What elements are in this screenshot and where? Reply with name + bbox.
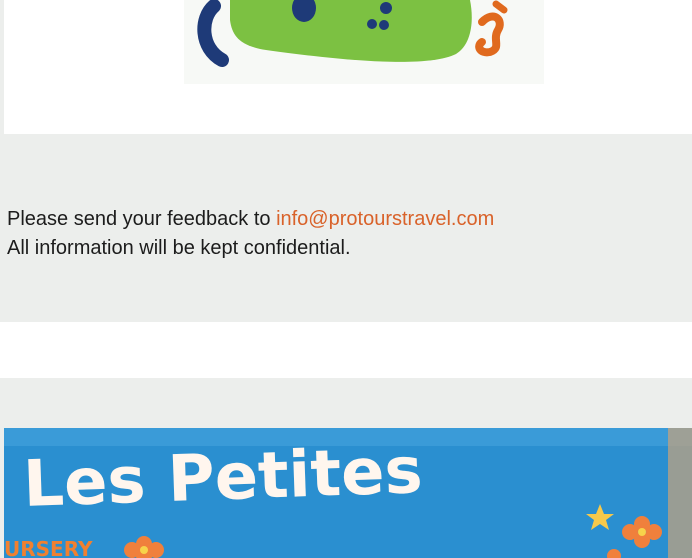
feedback-line-1: Please send your feedback to info@protou…	[7, 205, 494, 234]
sign-text: Les Petites	[22, 434, 424, 522]
section-divider	[0, 322, 692, 378]
feedback-prefix: Please send your feedback to	[7, 208, 277, 230]
feedback-message: Please send your feedback to info@protou…	[7, 205, 494, 263]
logo-image	[184, 0, 544, 84]
sign-subtext: URSERY	[4, 537, 93, 558]
feedback-email-link[interactable]: info@protourstravel.com	[276, 208, 494, 230]
logo-image-panel	[4, 0, 692, 134]
confidential-note: All information will be kept confidentia…	[7, 237, 351, 259]
nursery-sign-image: Les Petites URSERY	[4, 428, 692, 558]
nursery-sign-graphic: Les Petites URSERY	[4, 428, 692, 558]
gallery-band	[0, 378, 692, 428]
